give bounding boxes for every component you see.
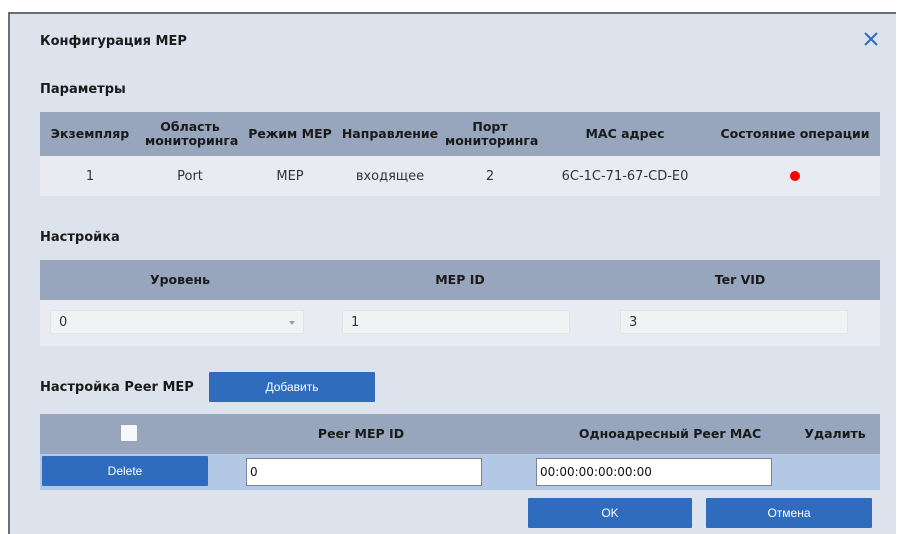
cancel-button[interactable]: Отмена bbox=[706, 498, 872, 528]
delete-button[interactable]: Delete bbox=[42, 456, 208, 486]
parameters-label: Параметры bbox=[40, 82, 126, 97]
level-select[interactable]: 0 bbox=[50, 310, 304, 334]
mep-config-dialog: Конфигурация MEP Параметры Экземпляр Обл… bbox=[8, 12, 896, 534]
peer-mep-table-header: Peer MEP ID Одноадресный Peer MAC Удалит… bbox=[40, 414, 880, 454]
settings-label: Настройка bbox=[40, 230, 120, 245]
col-peer-id: Peer MEP ID bbox=[317, 426, 405, 441]
cell-mac: 6C-1C-71-67-CD-E0 bbox=[561, 168, 689, 184]
parameters-table-row: 1 Port MEP входящее 2 6C-1C-71-67-CD-E0 bbox=[40, 156, 880, 196]
col-monitor-area: Область мониторинга bbox=[145, 119, 239, 148]
add-peer-button[interactable]: Добавить bbox=[209, 372, 375, 402]
ok-button[interactable]: OK bbox=[528, 498, 692, 528]
close-icon[interactable] bbox=[862, 30, 880, 48]
col-delete: Удалить bbox=[804, 426, 866, 441]
level-value: 0 bbox=[59, 314, 68, 330]
peer-id-input[interactable]: 0 bbox=[246, 458, 482, 486]
cell-monitor-port: 2 bbox=[485, 168, 495, 184]
cell-mode: MEP bbox=[276, 168, 304, 184]
col-level: Уровень bbox=[149, 272, 211, 287]
col-peer-mac: Одноадресный Peer MAC bbox=[578, 426, 762, 441]
parameters-table-header: Экземпляр Область мониторинга Режим MEP … bbox=[40, 112, 880, 156]
cell-monitor-area: Port bbox=[177, 168, 203, 184]
status-dot-icon bbox=[790, 171, 800, 181]
col-instance: Экземпляр bbox=[50, 126, 130, 141]
settings-table-row: 0 1 3 bbox=[40, 300, 880, 346]
peer-mep-row: Delete 0 00:00:00:00:00:00 bbox=[40, 454, 880, 490]
dialog-title: Конфигурация MEP bbox=[40, 34, 187, 49]
cell-instance: 1 bbox=[85, 168, 95, 184]
col-mac: MAC адрес bbox=[585, 126, 665, 141]
ter-vid-value: 3 bbox=[629, 314, 638, 330]
col-state: Состояние операции bbox=[720, 126, 870, 141]
mep-id-input[interactable]: 1 bbox=[342, 310, 570, 334]
col-mep-id: MEP ID bbox=[435, 272, 485, 287]
col-mode: Режим MEP bbox=[248, 126, 332, 141]
col-ter-vid: Ter VID bbox=[714, 272, 766, 287]
peer-mep-label: Настройка Peer MEP bbox=[40, 380, 194, 395]
peer-mac-input[interactable]: 00:00:00:00:00:00 bbox=[536, 458, 772, 486]
select-all-checkbox[interactable] bbox=[120, 424, 138, 442]
col-direction: Направление bbox=[341, 126, 439, 141]
cell-state bbox=[710, 156, 880, 196]
cell-direction: входящее bbox=[355, 168, 425, 184]
chevron-down-icon bbox=[289, 321, 295, 325]
mep-id-value: 1 bbox=[351, 314, 360, 330]
col-monitor-port: Порт мониторинга bbox=[445, 119, 539, 148]
settings-table-header: Уровень MEP ID Ter VID bbox=[40, 260, 880, 300]
ter-vid-input[interactable]: 3 bbox=[620, 310, 848, 334]
